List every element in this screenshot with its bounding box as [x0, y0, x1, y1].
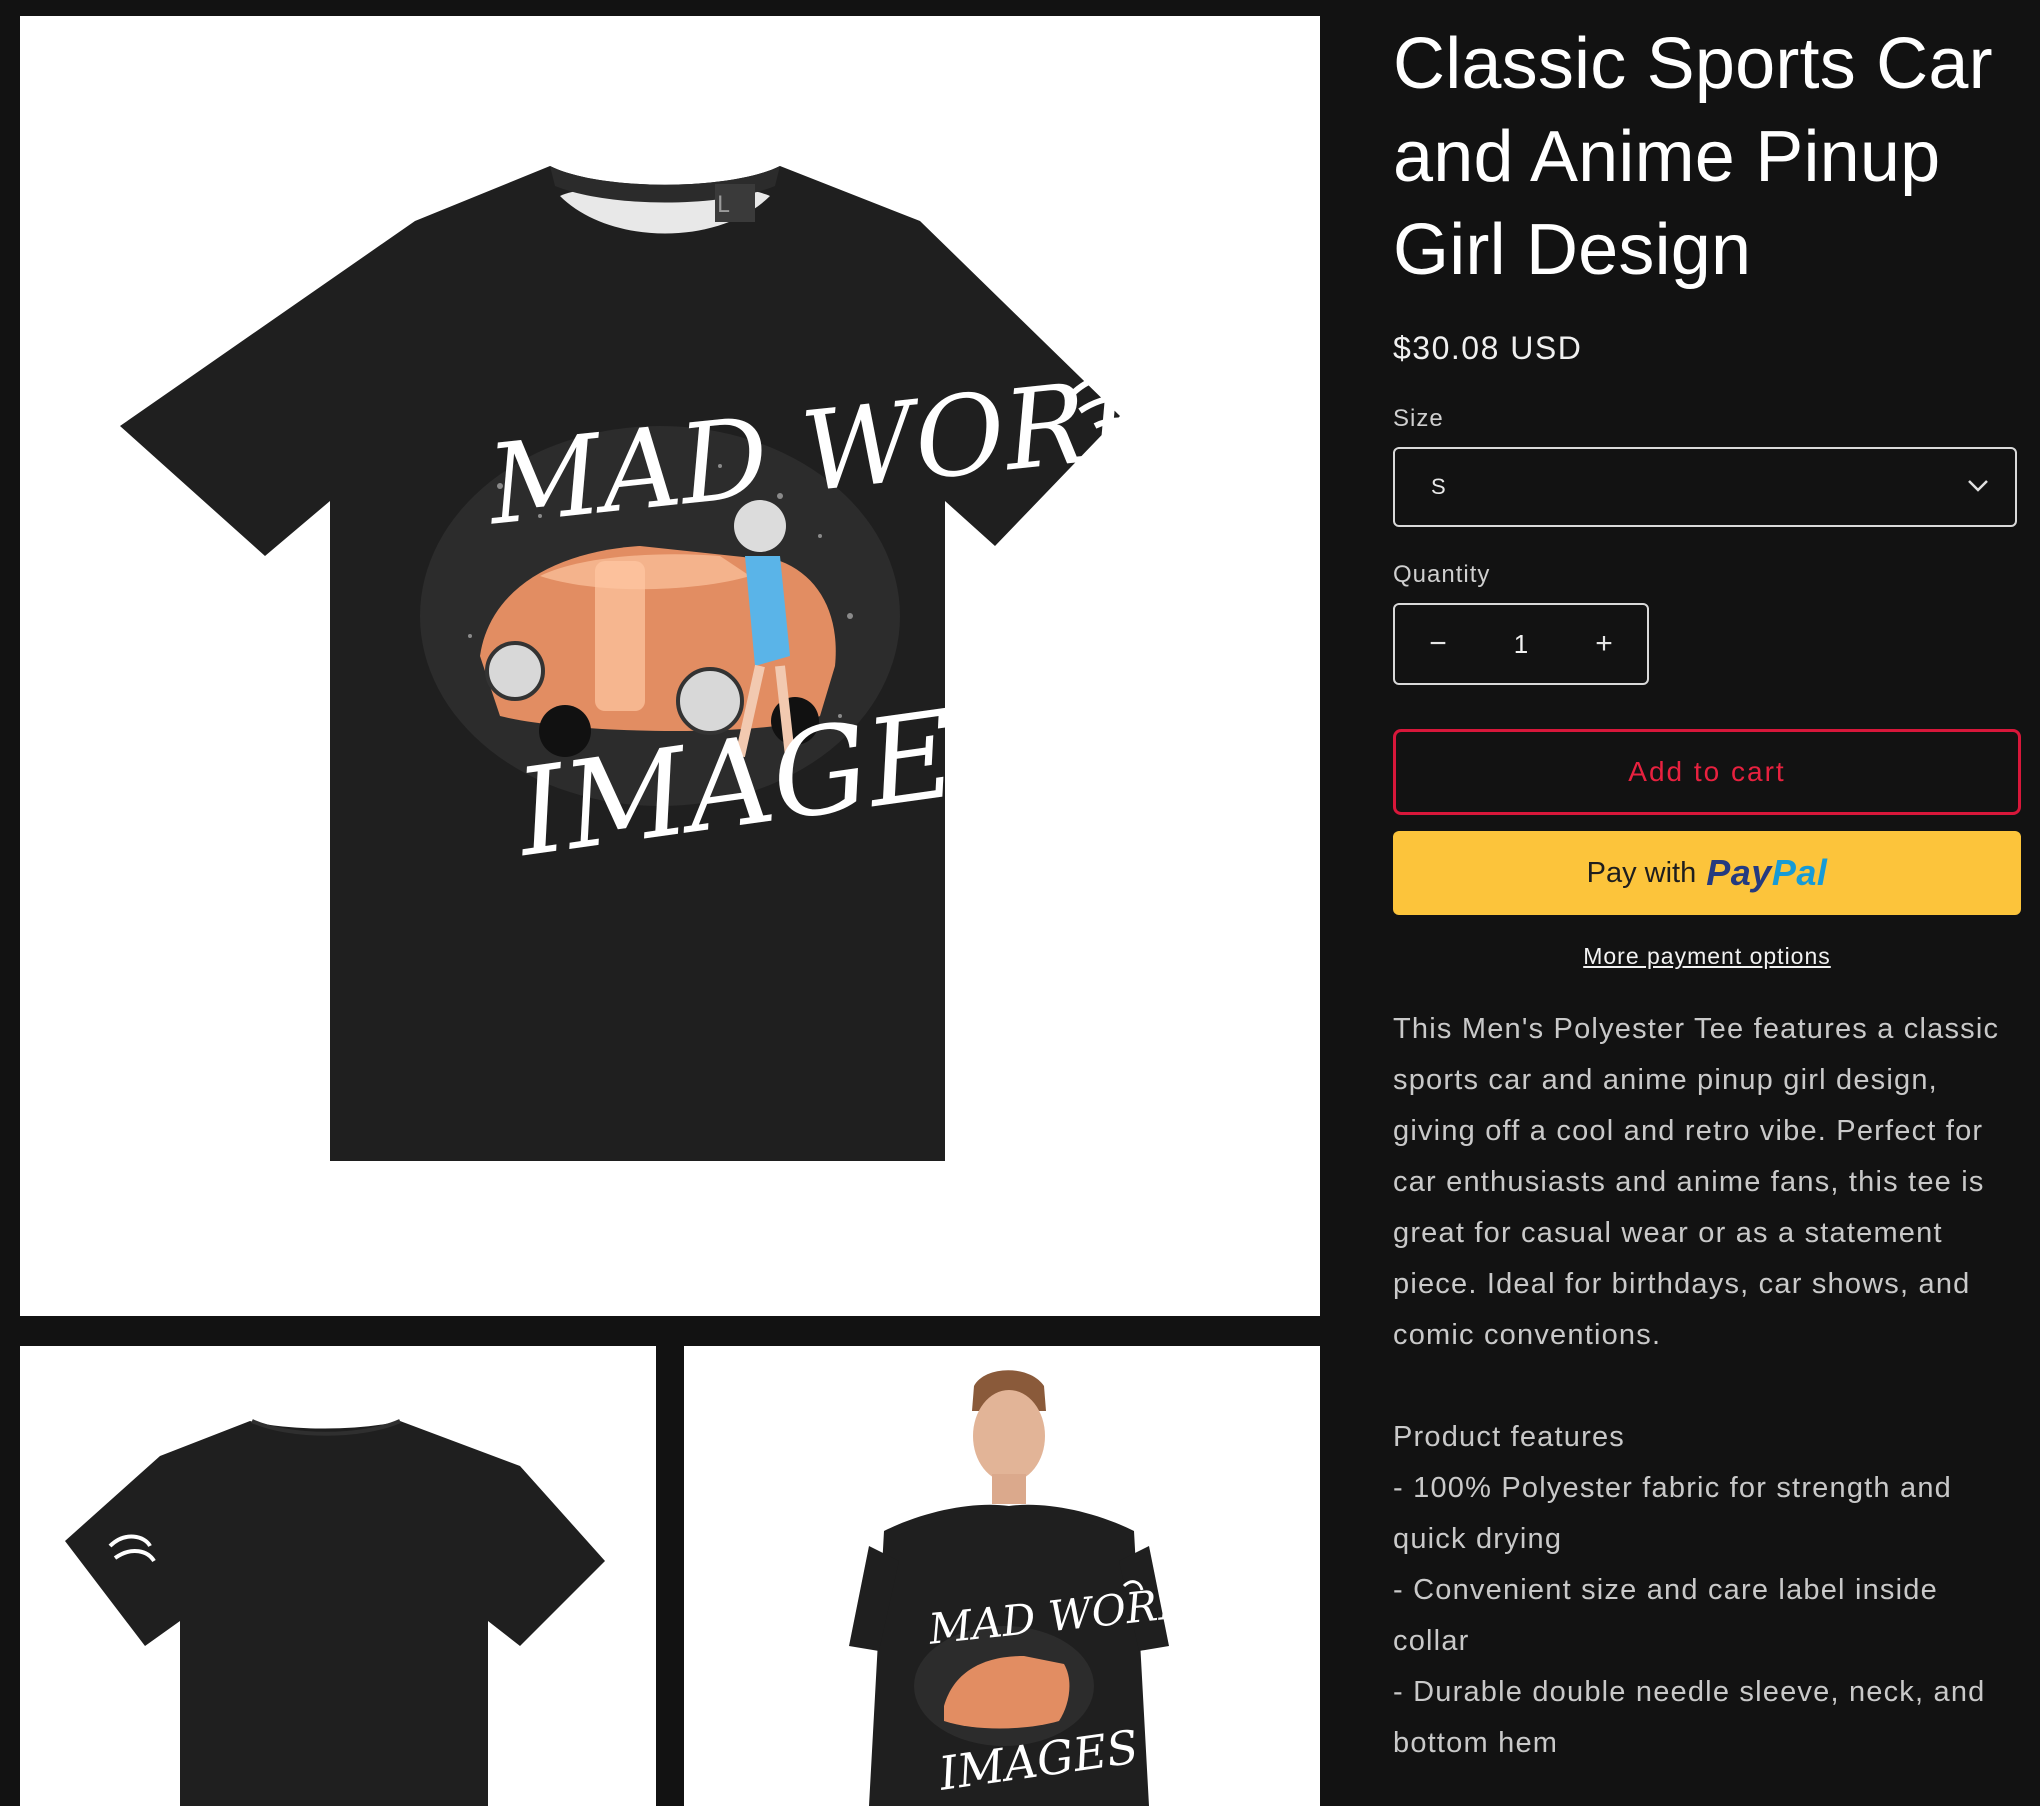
quantity-stepper: − 1 +	[1393, 603, 1649, 685]
product-image-model[interactable]: MAD WORLD IMAGES	[684, 1346, 1320, 1806]
quantity-increase-button[interactable]: +	[1561, 605, 1647, 683]
plus-icon: +	[1595, 627, 1613, 660]
quantity-decrease-button[interactable]: −	[1395, 605, 1481, 683]
product-description: This Men's Polyester Tee features a clas…	[1393, 1004, 2023, 1769]
feature-item: - Convenient size and care label inside …	[1393, 1574, 1938, 1657]
features-heading: Product features	[1393, 1421, 1625, 1453]
product-title: Classic Sports Car and Anime Pinup Girl …	[1393, 24, 1993, 290]
size-tag-text: L	[717, 193, 730, 218]
paypal-logo: PayPal	[1706, 852, 1828, 893]
size-select[interactable]: S	[1393, 447, 2017, 527]
minus-icon: −	[1429, 627, 1447, 660]
paypal-button[interactable]: Pay with PayPal	[1393, 831, 2021, 915]
quantity-input[interactable]: 1	[1514, 629, 1528, 660]
product-info: Classic Sports Car and Anime Pinup Girl …	[1393, 18, 2023, 1769]
feature-item: - 100% Polyester fabric for strength and…	[1393, 1472, 1952, 1555]
product-price: $30.08 USD	[1393, 330, 1583, 366]
model-wearing-tshirt-illustration: MAD WORLD IMAGES	[849, 1370, 1221, 1806]
feature-item: - Durable double needle sleeve, neck, an…	[1393, 1676, 1986, 1759]
product-image-front[interactable]: L MAD WORLD IMAGES	[20, 16, 1320, 1316]
product-gallery: L MAD WORLD IMAGES MAD WORLD IMAGES	[0, 0, 1340, 1806]
chevron-down-icon	[1968, 480, 1988, 492]
product-image-back[interactable]	[20, 1346, 656, 1806]
more-payment-options-link[interactable]: More payment options	[1393, 943, 2021, 970]
tshirt-back-illustration	[65, 1419, 605, 1806]
quantity-label: Quantity	[1393, 561, 1491, 588]
paypal-button-label: Pay with	[1586, 856, 1697, 889]
description-intro: This Men's Polyester Tee features a clas…	[1393, 1013, 2000, 1351]
size-label: Size	[1393, 405, 1444, 432]
add-to-cart-button[interactable]: Add to cart	[1393, 729, 2021, 815]
tshirt-front-illustration: L MAD WORLD IMAGES	[120, 166, 1254, 1161]
size-select-value: S	[1431, 474, 1446, 499]
